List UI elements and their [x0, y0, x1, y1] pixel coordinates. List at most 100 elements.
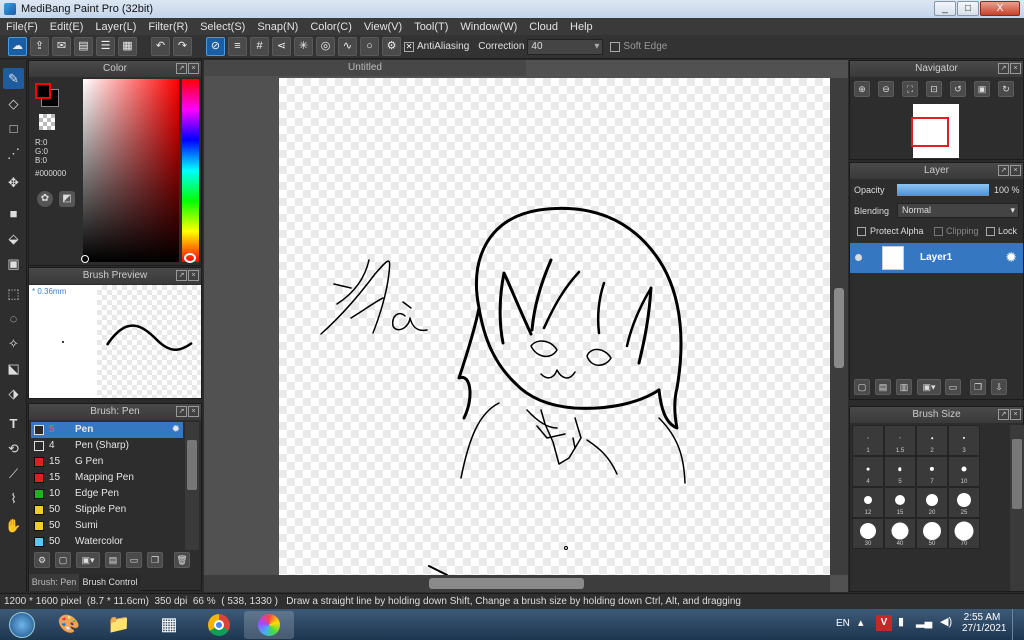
taskbar-paint-icon[interactable]: 🎨: [44, 611, 94, 639]
brush-size-option[interactable]: 50: [916, 518, 948, 549]
protect-alpha-checkbox[interactable]: [857, 227, 866, 236]
gradient-tool-icon[interactable]: ▣: [3, 253, 24, 274]
close-icon[interactable]: ×: [188, 63, 199, 74]
layer-folder-icon[interactable]: ▭: [945, 379, 961, 395]
fit-icon[interactable]: ⛶: [902, 81, 918, 97]
brush-menu-icon[interactable]: ▣▾: [76, 552, 100, 568]
menu-color[interactable]: Color(C): [304, 21, 358, 33]
brush-size-scroll-thumb[interactable]: [1012, 439, 1022, 509]
language-indicator[interactable]: EN: [836, 618, 850, 629]
menu-view[interactable]: View(V): [358, 21, 408, 33]
menu-filter[interactable]: Filter(R): [142, 21, 194, 33]
start-button[interactable]: [0, 611, 44, 639]
new-8bit-layer-icon[interactable]: ▥: [896, 379, 912, 395]
list-icon[interactable]: ☰: [96, 37, 115, 56]
rotate-right-icon[interactable]: ↻: [998, 81, 1014, 97]
divide-tool-icon[interactable]: ⟋: [3, 463, 24, 484]
close-icon[interactable]: ×: [1010, 409, 1021, 420]
taskbar-explorer-icon[interactable]: 📁: [94, 611, 144, 639]
brush-item-pen-sharp[interactable]: 4 Pen (Sharp): [31, 438, 183, 454]
brush-size-option[interactable]: 5: [884, 456, 916, 487]
blending-select[interactable]: Normal ▾: [897, 203, 1019, 218]
brush-item-sumi[interactable]: 50 Sumi: [31, 518, 183, 534]
float-icon[interactable]: ↗: [998, 165, 1009, 176]
taskbar-medibang-icon[interactable]: [244, 610, 294, 639]
float-icon[interactable]: ↗: [176, 63, 187, 74]
undo-icon[interactable]: ↶: [151, 37, 170, 56]
rectangle-tool-icon[interactable]: □: [3, 118, 24, 139]
tab-brush-pen[interactable]: Brush: Pen: [29, 574, 79, 591]
new-brush-icon[interactable]: ▢: [55, 552, 71, 568]
volume-icon[interactable]: ◀): [940, 615, 952, 628]
signal-icon[interactable]: ▂▄: [916, 615, 932, 628]
brush-duplicate-icon[interactable]: ❐: [147, 552, 163, 568]
drawing-canvas[interactable]: [279, 78, 831, 576]
snap-parallel-icon[interactable]: ≡: [228, 37, 247, 56]
share-icon[interactable]: ⇪: [30, 37, 49, 56]
menu-layer[interactable]: Layer(L): [89, 21, 142, 33]
brush-size-option[interactable]: 12: [852, 487, 884, 518]
opacity-slider[interactable]: [897, 184, 989, 196]
brush-copy-icon[interactable]: ▤: [105, 552, 121, 568]
cloud-save-icon[interactable]: ☁: [8, 37, 27, 56]
menu-window[interactable]: Window(W): [454, 21, 523, 33]
gear-icon[interactable]: ✹: [172, 422, 180, 438]
softedge-checkbox[interactable]: [610, 41, 621, 52]
magic-wand-icon[interactable]: ✧: [3, 333, 24, 354]
snap-vanishing-icon[interactable]: ⋖: [272, 37, 291, 56]
taskbar-chrome-icon[interactable]: [194, 611, 244, 639]
brush-size-option[interactable]: 40: [884, 518, 916, 549]
brush-size-option[interactable]: 10: [948, 456, 980, 487]
canvas-horizontal-scrollbar[interactable]: [204, 575, 830, 592]
tray-expand-icon[interactable]: ▴: [858, 616, 864, 629]
brush-list-scroll-thumb[interactable]: [187, 440, 197, 490]
primary-color-swatch[interactable]: [35, 83, 51, 99]
brush-list-scrollbar[interactable]: [185, 422, 199, 550]
color-settings-icon[interactable]: ◩: [59, 191, 75, 207]
snap-circle-icon[interactable]: ◎: [316, 37, 335, 56]
operation-tool-icon[interactable]: ⟲: [3, 438, 24, 459]
close-icon[interactable]: ×: [188, 406, 199, 417]
canvas-vertical-scrollbar[interactable]: [830, 78, 848, 575]
menu-cloud[interactable]: Cloud: [523, 21, 564, 33]
duplicate-layer-icon[interactable]: ❐: [970, 379, 986, 395]
eyedropper-icon[interactable]: ⌇: [3, 488, 24, 509]
maximize-button[interactable]: □: [957, 1, 979, 16]
snap-crisscross-icon[interactable]: #: [250, 37, 269, 56]
horizontal-scroll-thumb[interactable]: [429, 578, 584, 589]
layer-row-layer1[interactable]: Layer1 ✹: [850, 243, 1023, 273]
hue-slider[interactable]: [182, 79, 199, 262]
bucket-tool-icon[interactable]: ⬙: [3, 228, 24, 249]
brush-size-option[interactable]: 15: [884, 487, 916, 518]
snap-curve-icon[interactable]: ∿: [338, 37, 357, 56]
reset-view-icon[interactable]: ▣: [974, 81, 990, 97]
brush-size-scrollbar[interactable]: [1010, 425, 1024, 591]
clock[interactable]: 2:55 AM 27/1/2021: [962, 612, 1007, 634]
antialias-checkbox[interactable]: ✕: [404, 41, 414, 52]
zoom-in-icon[interactable]: ⊕: [854, 81, 870, 97]
close-icon[interactable]: ×: [188, 270, 199, 281]
trash-icon[interactable]: 🗑: [174, 552, 190, 568]
snap-ellipse-icon[interactable]: ○: [360, 37, 379, 56]
menu-help[interactable]: Help: [564, 21, 599, 33]
correction-select[interactable]: 40: [527, 38, 604, 55]
lock-checkbox[interactable]: [986, 227, 995, 236]
close-icon[interactable]: ×: [1010, 63, 1021, 74]
add-brush-icon[interactable]: ⚙: [34, 552, 50, 568]
brush-tool-icon[interactable]: ✎: [3, 68, 24, 89]
menu-file[interactable]: File(F): [0, 21, 44, 33]
brush-size-option[interactable]: 7: [916, 456, 948, 487]
float-icon[interactable]: ↗: [176, 406, 187, 417]
clipping-checkbox[interactable]: [934, 227, 943, 236]
rotate-left-icon[interactable]: ↺: [950, 81, 966, 97]
brush-item-g-pen[interactable]: 15 G Pen: [31, 454, 183, 470]
brush-size-option[interactable]: 20: [916, 487, 948, 518]
tab-brush-control[interactable]: Brush Control: [79, 574, 141, 591]
dot-tool-icon[interactable]: ⋰: [3, 143, 24, 164]
brush-item-edge-pen[interactable]: 10 Edge Pen: [31, 486, 183, 502]
navigator-view-box[interactable]: [911, 117, 949, 147]
palette-icon[interactable]: ✿: [37, 191, 53, 207]
select-rect-icon[interactable]: ⬚: [3, 283, 24, 304]
brush-item-stipple-pen[interactable]: 50 Stipple Pen: [31, 502, 183, 518]
move-tool-icon[interactable]: ✥: [3, 172, 24, 193]
